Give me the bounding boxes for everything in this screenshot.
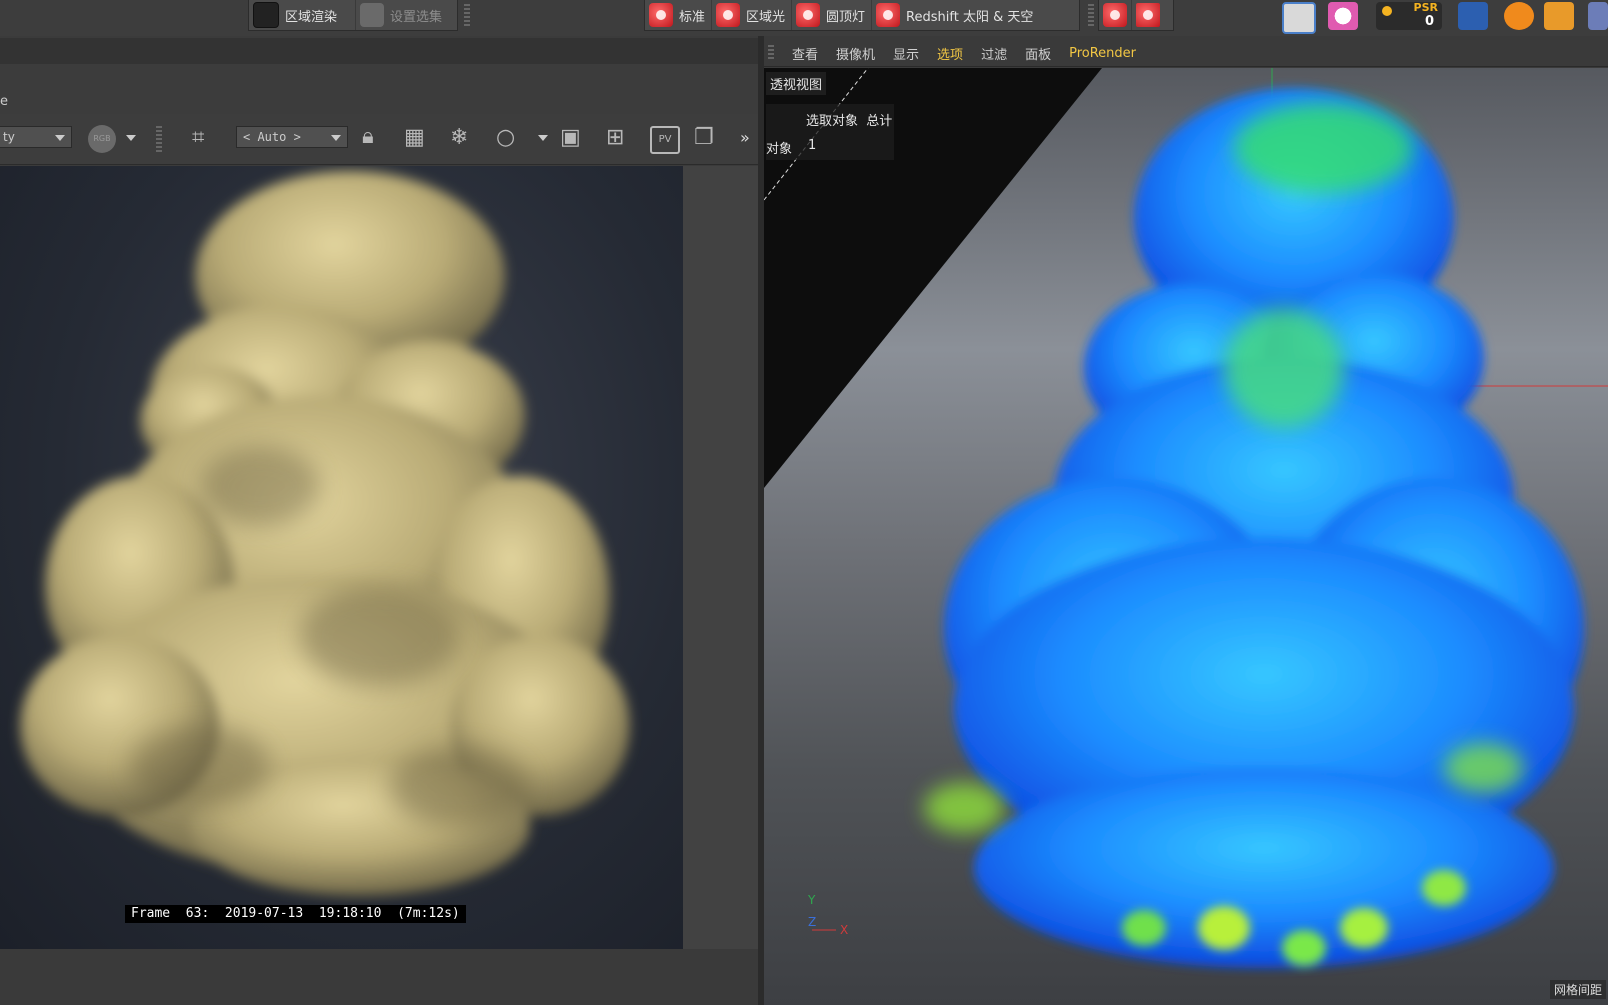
clapboard-icon	[253, 2, 279, 28]
rgb-channel-button[interactable]: RGB	[88, 125, 116, 153]
menu-view[interactable]: 查看	[792, 44, 818, 63]
selection-icon	[360, 3, 384, 27]
psr-value: 0	[1424, 14, 1434, 29]
aov-dropdown[interactable]: ty	[0, 126, 72, 148]
axis-z-label: Z	[808, 915, 816, 929]
menu-display[interactable]: 显示	[893, 44, 919, 63]
rgb-dropdown-icon[interactable]	[126, 135, 136, 141]
render-toolbar-group: 区域渲染 设置选集	[248, 0, 458, 31]
hud-header: 选取对象 总计	[806, 114, 893, 129]
area-light-icon	[716, 3, 741, 27]
sun-sky-icon	[876, 3, 901, 27]
chevron-down-icon-2	[331, 135, 341, 141]
render-output-image	[0, 166, 683, 949]
crop-icon[interactable]: ⌗	[192, 123, 204, 153]
auto-dropdown[interactable]: < Auto >	[236, 126, 348, 148]
snowflake-icon[interactable]: ❄	[450, 123, 468, 153]
psr-widget[interactable]: PSR 0	[1376, 1, 1442, 30]
dome-light-button[interactable]: 圆顶灯	[792, 0, 873, 30]
viewport-menu-bar: 查看 摄像机 显示 选项 过滤 面板 ProRender	[764, 40, 1608, 67]
toolbar-grip-3[interactable]	[156, 126, 162, 152]
hud-row-label: 对象	[766, 142, 793, 157]
toolbar-grip-2[interactable]	[1088, 4, 1094, 28]
panel-label-strip: e	[0, 90, 758, 114]
more-icon[interactable]: »	[740, 128, 750, 147]
viewport-grip[interactable]	[768, 45, 774, 61]
spline-icon[interactable]	[1458, 2, 1488, 30]
set-selection-label: 设置选集	[390, 9, 443, 25]
render-view-icon	[1103, 3, 1127, 27]
viewport-scene-svg: Y Z X	[764, 68, 1608, 968]
storage-icon[interactable]	[1282, 2, 1316, 34]
pv-label: PV	[658, 134, 672, 145]
light-toolbar-group: 标准 区域光 圆顶灯 Redshift 太阳 & 天空	[644, 0, 1080, 31]
material-icon[interactable]	[1328, 2, 1358, 30]
s-plugin-icon[interactable]	[1504, 2, 1534, 30]
smoke-render-svg	[20, 171, 630, 896]
grid-icon[interactable]: ▦	[404, 123, 425, 153]
set-selection-button[interactable]: 设置选集	[356, 0, 448, 30]
region-render-button[interactable]: 区域渲染	[249, 0, 356, 30]
menu-camera[interactable]: 摄像机	[836, 44, 875, 63]
copy-icon[interactable]: ❐	[694, 123, 714, 153]
sun-sky-label: Redshift 太阳 & 天空	[906, 9, 1034, 25]
axis-y-label: Y	[807, 893, 816, 907]
render-view-footer	[0, 949, 758, 1005]
psr-dot-icon	[1382, 6, 1392, 16]
align-icon[interactable]	[1544, 2, 1574, 30]
sun-sky-button[interactable]: Redshift 太阳 & 天空	[872, 0, 1039, 30]
cube-button[interactable]	[1132, 0, 1164, 30]
dome-light-icon	[796, 3, 821, 27]
image-icon[interactable]: ▣	[560, 123, 581, 153]
menu-filter[interactable]: 过滤	[981, 44, 1007, 63]
standard-render-button[interactable]: 标准	[645, 0, 713, 30]
rgb-label: RGB	[93, 134, 111, 143]
standard-label: 标准	[679, 9, 706, 25]
grid-spacing-label: 网格间距	[1550, 980, 1607, 999]
extra-icon[interactable]	[1588, 2, 1608, 30]
toolbar-grip[interactable]	[464, 4, 470, 28]
panel-label: e	[0, 94, 8, 109]
render-view-toolbar: ty RGB ⌗ < Auto > 🔒︎ ▦ ❄ ○ ▣ ⊞ PV ❐ »	[0, 114, 758, 165]
extra-toolbar-group	[1098, 0, 1174, 31]
axis-x-label: X	[840, 923, 848, 937]
panel-menu-strip	[0, 64, 758, 91]
hud-row-value: 1	[808, 138, 817, 153]
selection-hud: 选取对象 总计 对象 1	[766, 104, 894, 160]
panel-title-strip	[0, 38, 758, 65]
menu-options[interactable]: 选项	[937, 44, 963, 63]
chevron-down-icon	[55, 135, 65, 141]
perspective-viewport[interactable]: Y Z X	[764, 68, 1608, 1005]
dome-light-label: 圆顶灯	[826, 9, 866, 25]
lock-icon[interactable]: 🔒︎	[362, 122, 374, 152]
area-light-button[interactable]: 区域光	[712, 0, 793, 30]
region-render-label: 区域渲染	[285, 9, 338, 25]
aov-dropdown-value: ty	[3, 130, 15, 144]
camera-icon	[649, 3, 673, 27]
viewport-title: 透视视图	[766, 72, 827, 95]
add-image-icon[interactable]: ⊞	[606, 123, 624, 153]
pv-icon[interactable]: PV	[650, 126, 680, 154]
auto-dropdown-value: < Auto >	[243, 130, 301, 144]
main-toolbar: 区域渲染 设置选集 标准 区域光 圆顶灯 Redshift 太阳 & 天空 PS…	[0, 0, 1608, 36]
menu-panel[interactable]: 面板	[1025, 44, 1051, 63]
frame-info-label: Frame 63: 2019-07-13 19:18:10 (7m:12s)	[125, 905, 466, 923]
circle-dropdown-icon[interactable]	[538, 135, 548, 141]
area-light-label: 区域光	[746, 9, 786, 25]
menu-prorender[interactable]: ProRender	[1069, 46, 1136, 61]
render-gutter	[683, 166, 758, 949]
cube-icon	[1136, 3, 1160, 27]
render-view-button[interactable]	[1099, 0, 1132, 30]
psr-label: PSR	[1413, 1, 1438, 14]
circle-icon[interactable]: ○	[496, 123, 515, 153]
